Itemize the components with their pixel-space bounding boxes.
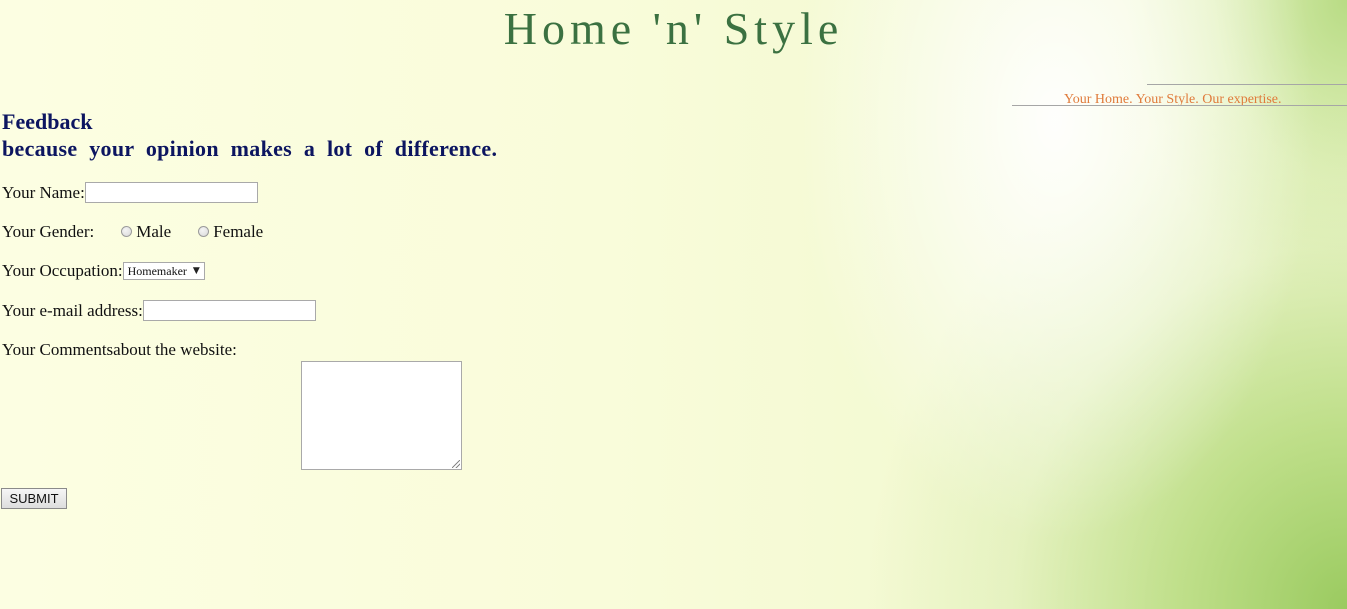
occupation-label: Your Occupation: (2, 261, 123, 280)
name-label: Your Name: (2, 182, 85, 202)
submit-button[interactable]: SUBMIT (1, 488, 67, 509)
occupation-select[interactable]: Homemaker ▼ (122, 262, 205, 280)
comments-textarea[interactable] (301, 361, 462, 470)
gender-option-male-label: Male (136, 222, 172, 241)
site-title: Home 'n' Style (503, 3, 844, 54)
occupation-selected-value: Homemaker (127, 263, 187, 278)
gender-radio-female[interactable] (198, 225, 210, 237)
name-input[interactable] (84, 182, 258, 203)
feedback-heading: Feedback (2, 109, 93, 134)
gender-row: Your Gender: Male Female (2, 222, 263, 242)
email-label: Your e-mail address: (2, 300, 143, 320)
resize-grip-icon[interactable] (452, 460, 460, 468)
name-row: Your Name: (2, 182, 258, 203)
comments-row: Your Commentsabout the website: (2, 340, 237, 360)
email-input[interactable] (142, 300, 316, 321)
tagline-divider-bottom (1012, 105, 1347, 106)
gender-option-female-label: Female (213, 222, 264, 241)
gender-radio-male[interactable] (121, 225, 133, 237)
email-row: Your e-mail address: (2, 300, 316, 321)
tagline-divider-top (1147, 84, 1347, 85)
gender-label: Your Gender: (2, 222, 95, 241)
feedback-subheading: because your opinion makes a lot of diff… (2, 136, 498, 161)
occupation-row: Your Occupation: Homemaker ▼ (2, 261, 205, 281)
comments-label: Your Commentsabout the website: (2, 340, 237, 359)
dropdown-arrow-icon: ▼ (192, 266, 200, 276)
